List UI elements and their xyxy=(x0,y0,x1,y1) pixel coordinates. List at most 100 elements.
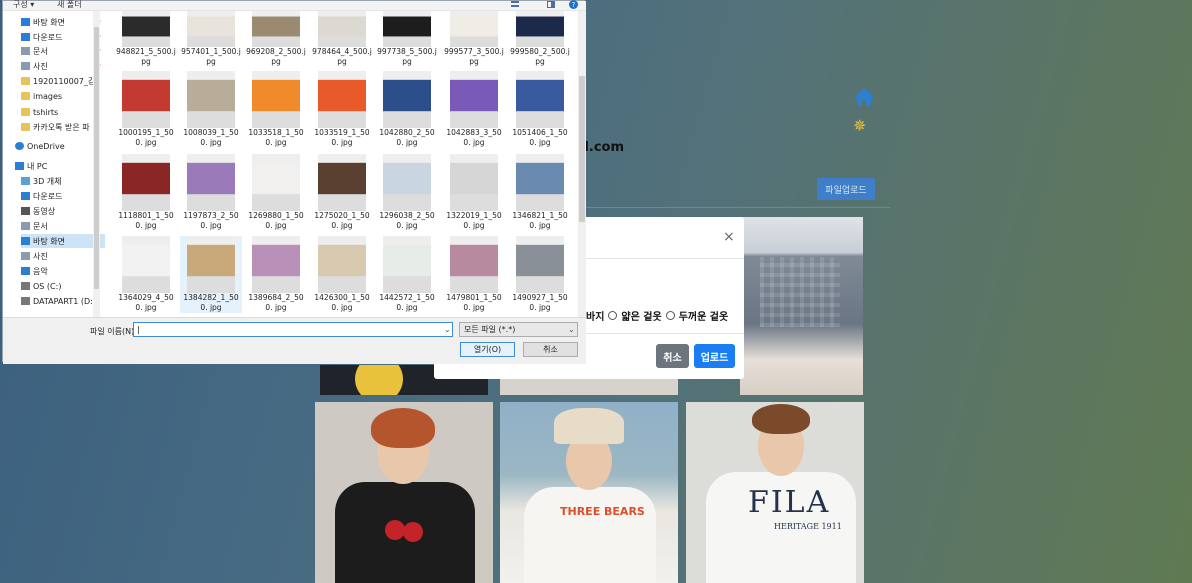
file-item[interactable]: 1051406_1_500. jpg xyxy=(509,71,571,148)
file-name: 1389684_2_500. jpg xyxy=(248,293,304,312)
radio-label-pants[interactable]: 바지 xyxy=(586,308,604,323)
preview-pane-icon[interactable] xyxy=(547,1,555,8)
chevron-down-icon[interactable]: ⌄ xyxy=(444,325,451,334)
file-item[interactable]: 1033519_1_500. jpg xyxy=(311,71,373,148)
radio-label-thin-outer[interactable]: 얇은 겉옷 xyxy=(621,308,661,323)
nav-item[interactable]: 내 PC xyxy=(15,159,99,173)
nav-item-label: 동영상 xyxy=(33,206,56,216)
dialog-cancel-button[interactable]: 취소 xyxy=(523,342,578,357)
file-thumbnail xyxy=(318,11,366,47)
badge-icon[interactable]: ✵ xyxy=(853,116,866,135)
file-item[interactable]: 978464_4_500.j pg xyxy=(311,11,373,67)
desktop-icon xyxy=(21,18,30,26)
organize-menu[interactable]: 구성 ▾ xyxy=(13,0,34,10)
home-icon[interactable] xyxy=(853,87,875,107)
file-name: 978464_4_500.j pg xyxy=(312,47,372,66)
modal-upload-button[interactable]: 업로드 xyxy=(694,344,735,368)
file-item[interactable]: 1033518_1_500. jpg xyxy=(245,71,307,148)
file-item[interactable]: 1442572_1_500. jpg xyxy=(376,236,438,313)
product-image-bears-tee[interactable] xyxy=(500,402,678,583)
product-image-cherry-tee[interactable] xyxy=(315,402,493,583)
nav-item-label: 1920110007_김 xyxy=(33,76,96,86)
modal-close-button[interactable]: × xyxy=(723,229,735,245)
file-item[interactable]: 1479801_1_500. jpg xyxy=(443,236,505,313)
filename-label: 파일 이름(N): xyxy=(90,327,137,336)
svg-text:?: ? xyxy=(572,1,576,9)
pc-icon xyxy=(15,162,24,170)
nav-item-label: 내 PC xyxy=(27,161,48,171)
open-button[interactable]: 열기(O) xyxy=(460,342,515,357)
new-folder-button[interactable]: 새 폴더 xyxy=(57,0,82,10)
file-item[interactable]: 1296038_2_500. jpg xyxy=(376,154,438,231)
help-icon[interactable]: ? xyxy=(569,0,578,9)
file-item[interactable]: 1322019_1_500. jpg xyxy=(443,154,505,231)
file-item[interactable]: 1426300_1_500. jpg xyxy=(311,236,373,313)
file-item[interactable]: 1042883_3_500. jpg xyxy=(443,71,505,148)
radio-thin-outer[interactable] xyxy=(608,311,618,320)
video-icon xyxy=(21,207,30,215)
cube-icon xyxy=(21,177,30,185)
file-item[interactable]: 1008039_1_500. jpg xyxy=(180,71,242,148)
product-image-skirt[interactable] xyxy=(740,217,863,395)
radio-thick-outer[interactable] xyxy=(665,311,675,320)
file-item[interactable]: 999577_3_500.j pg xyxy=(443,11,505,67)
nav-item-label: 바탕 화면 xyxy=(33,236,65,246)
nav-item-label: DATAPART1 (D: xyxy=(33,296,93,306)
file-item[interactable]: 1042880_2_500. jpg xyxy=(376,71,438,148)
file-name: 997738_5_500.j pg xyxy=(377,47,437,66)
radio-label-thick-outer[interactable]: 두꺼운 겉옷 xyxy=(679,308,728,323)
category-radio-group: 바지 얇은 겉옷 두꺼운 겉옷 xyxy=(586,308,728,323)
file-name: 948821_5_500.j pg xyxy=(116,47,176,66)
filetype-select[interactable]: 모든 파일 (*.*) xyxy=(459,322,578,337)
file-thumbnail xyxy=(122,236,170,293)
file-name: 1426300_1_500. jpg xyxy=(314,293,370,312)
file-item[interactable]: 997738_5_500.j pg xyxy=(376,11,438,67)
file-thumbnail xyxy=(450,236,498,293)
file-thumbnail xyxy=(187,236,235,293)
nav-item-label: 다운로드 xyxy=(33,32,63,42)
file-name: 1296038_2_500. jpg xyxy=(379,211,435,230)
music-icon xyxy=(21,267,30,275)
file-item[interactable]: 1364029_4_500. jpg xyxy=(115,236,177,313)
file-item[interactable]: 1384282_1_500. jpg xyxy=(180,236,242,313)
nav-scrollbar-thumb[interactable] xyxy=(94,27,99,289)
file-thumbnail xyxy=(516,11,564,47)
file-item[interactable]: 999580_2_500.j pg xyxy=(509,11,571,67)
file-item[interactable]: 1000195_1_500. jpg xyxy=(115,71,177,148)
shirt-print-subtext: HERITAGE 1911 xyxy=(774,522,842,531)
file-item[interactable]: 948821_5_500.j pg xyxy=(115,11,177,67)
nav-item-label: OneDrive xyxy=(27,141,65,151)
file-name: 1275020_1_500. jpg xyxy=(314,211,370,230)
file-name: 1442572_1_500. jpg xyxy=(379,293,435,312)
desktop-icon xyxy=(21,237,30,245)
file-upload-page-button[interactable]: 파일업로드 xyxy=(817,178,875,200)
file-item[interactable]: 1269880_1_500. jpg xyxy=(245,154,307,231)
file-item[interactable]: 1118801_1_500. jpg xyxy=(115,154,177,231)
cloud-icon xyxy=(15,142,24,150)
view-options-icon[interactable] xyxy=(511,1,519,8)
nav-item[interactable]: OneDrive xyxy=(15,139,99,153)
file-thumbnail xyxy=(318,236,366,293)
file-thumbnail xyxy=(383,11,431,47)
file-item[interactable]: 1275020_1_500. jpg xyxy=(311,154,373,231)
file-thumbnail xyxy=(252,154,300,211)
file-item[interactable]: 1346821_1_500. jpg xyxy=(509,154,571,231)
file-name: 1490927_1_500. jpg xyxy=(512,293,568,312)
file-item[interactable]: 969208_2_500.j pg xyxy=(245,11,307,67)
file-grid-scrollbar-thumb[interactable] xyxy=(579,76,585,222)
file-item[interactable]: 1490927_1_500. jpg xyxy=(509,236,571,313)
drive-icon xyxy=(21,282,30,290)
nav-item-label: 음악 xyxy=(33,266,48,276)
nav-item-label: 사진 xyxy=(33,61,48,71)
filename-input[interactable]: | xyxy=(133,322,453,337)
download-icon xyxy=(21,192,30,200)
file-item[interactable]: 1389684_2_500. jpg xyxy=(245,236,307,313)
file-name: 1033518_1_500. jpg xyxy=(248,128,304,147)
file-item[interactable]: 1197873_2_500. jpg xyxy=(180,154,242,231)
dialog-toolbar: 구성 ▾ 새 폴더 ? xyxy=(3,0,586,11)
modal-cancel-button[interactable]: 취소 xyxy=(656,344,689,368)
chevron-down-icon[interactable]: ⌄ xyxy=(568,325,575,334)
document-icon xyxy=(21,222,30,230)
file-item[interactable]: 957401_1_500.j pg xyxy=(180,11,242,67)
nav-item-label: 3D 개체 xyxy=(33,176,62,186)
